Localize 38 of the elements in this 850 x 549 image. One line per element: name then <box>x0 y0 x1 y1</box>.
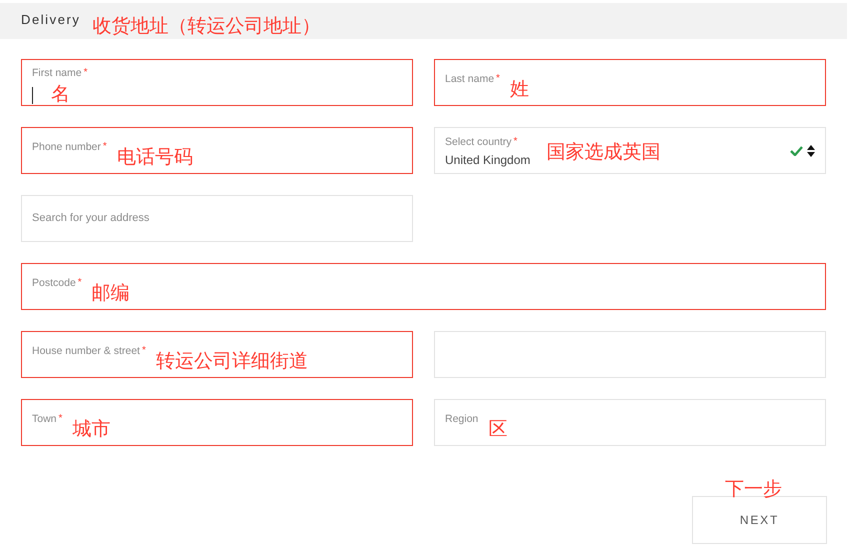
annotation-text: 转运公司详细街道 <box>156 352 308 371</box>
address-search-input[interactable]: Search for your address <box>32 210 402 227</box>
annotation-text: 收货地址（转运公司地址） <box>92 17 320 36</box>
field-label: Town <box>32 414 57 424</box>
annotation-text: 城市 <box>72 420 110 439</box>
field-label: Phone number <box>32 142 101 152</box>
field-label: Region <box>445 414 478 424</box>
annotation-text: 区 <box>488 420 508 439</box>
text-field[interactable]: First name * 名 <box>21 59 413 106</box>
select-value: United Kingdom <box>445 154 530 166</box>
required-asterisk: * <box>102 142 107 152</box>
required-asterisk: * <box>78 278 82 288</box>
sort-arrows-icon <box>807 144 815 156</box>
text-field[interactable]: Postcode * 邮编 <box>21 263 826 310</box>
required-asterisk: * <box>84 68 88 78</box>
annotation-text: 名 <box>51 84 70 104</box>
required-asterisk: * <box>496 74 500 84</box>
annotation-text: 国家选成英国 <box>546 143 660 162</box>
annotation-text: 邮编 <box>92 284 130 303</box>
text-field[interactable]: Town * 城市 <box>21 399 413 446</box>
text-field[interactable] <box>434 331 826 378</box>
text-field[interactable]: Last name * 姓 <box>434 59 826 106</box>
text-field[interactable]: Region 区 <box>434 399 826 446</box>
field-label: Postcode <box>32 278 76 288</box>
address-search-field[interactable]: Search for your address <box>21 195 413 242</box>
annotation-text: 姓 <box>510 80 529 99</box>
field-label: First name <box>32 68 82 78</box>
field-label: Select country <box>445 137 512 148</box>
required-asterisk: * <box>58 414 62 424</box>
country-select[interactable]: Select country * United Kingdom 国家选成英国 <box>434 127 826 174</box>
required-asterisk: * <box>514 137 518 148</box>
field-label: House number & street <box>32 346 140 356</box>
text-field[interactable]: Phone number * 电话号码 <box>21 127 413 174</box>
annotation-text: 电话号码 <box>116 148 193 167</box>
section-title: Delivery <box>21 13 80 26</box>
required-asterisk: * <box>142 346 146 356</box>
field-label: Last name <box>445 74 494 84</box>
text-field[interactable]: House number & street * 转运公司详细街道 <box>21 331 413 378</box>
